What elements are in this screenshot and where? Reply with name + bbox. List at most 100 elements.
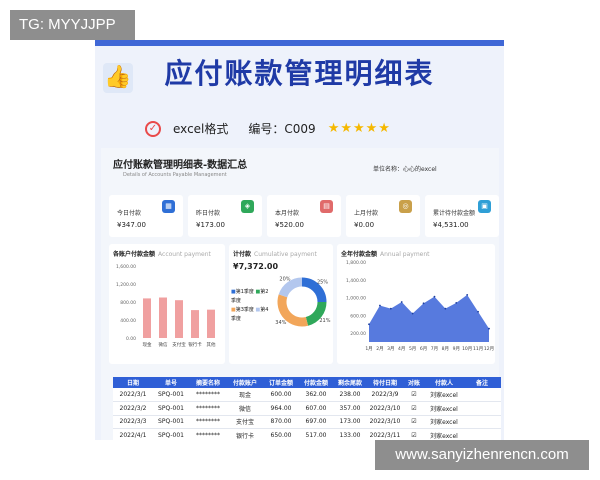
donut-chart-card: 计付款 Cumulative payment ¥7,372.00 ■第1季度 ■第… xyxy=(229,244,333,364)
slice-label: 21% xyxy=(319,318,330,324)
y-tick-label: 0.00 xyxy=(126,336,136,342)
payables-table-wrap: 日期 单号 摘要名称 付款账户 订单金额 付款金额 剩余尾款 待付日期 对账 付款人 备注 2022… xyxy=(113,377,501,440)
y-tick-label: 1,400.00 xyxy=(346,278,366,284)
table-cell: 2022/3/3 xyxy=(113,415,153,429)
chart-icon: ▤ xyxy=(320,200,333,213)
table-cell: 2022/3/10 xyxy=(367,401,403,416)
kpi-card-pending: ▣ 累计待付款金额 ¥4,531.00 xyxy=(425,195,499,237)
x-tick-label: 8月 xyxy=(442,346,449,352)
y-tick-label: 800.00 xyxy=(120,300,136,306)
x-tick-label: 微信 xyxy=(159,341,168,348)
kpi-label: 今日付款 xyxy=(117,210,142,217)
table-cell xyxy=(463,415,501,429)
poster-top-bar xyxy=(95,40,504,46)
column-header[interactable]: 备注 xyxy=(463,377,501,388)
table-cell: 964.00 xyxy=(263,401,299,416)
kpi-value: ¥173.00 xyxy=(196,221,225,229)
data-point xyxy=(433,295,436,298)
table-cell: 870.00 xyxy=(263,415,299,429)
sheet-title: 应付账款管理明细表-数据汇总 xyxy=(113,160,248,171)
table-row[interactable]: 2022/3/3 SPQ-001 ******** 支付宝 870.00 697.00 17… xyxy=(113,415,501,429)
banner-title: 应付账款管理明细表 xyxy=(164,57,435,90)
donut-slice xyxy=(278,277,303,298)
column-header[interactable]: 对账 xyxy=(403,377,425,388)
data-point xyxy=(379,304,381,307)
data-point xyxy=(466,293,469,296)
reconcile-checkbox[interactable]: ☑ xyxy=(403,401,425,416)
table-cell: 2022/3/9 xyxy=(367,388,403,402)
product-poster: 👍 应付账款管理明细表 ✓ excel格式 编号：C009 ★★★★★ 应付账款… xyxy=(95,40,504,440)
table-body: 2022/3/1 SPQ-001 ******** 现金 600.00 362.00 238… xyxy=(113,388,501,440)
reconcile-checkbox[interactable]: ☑ xyxy=(403,415,425,429)
donut-chart: 25% 21% 34% 20% xyxy=(275,277,331,327)
x-tick-label: 5月 xyxy=(409,346,416,352)
x-tick-label: 现金 xyxy=(143,341,152,348)
table-cell: ******** xyxy=(189,388,227,402)
x-tick-label: 3月 xyxy=(387,346,394,352)
table-row[interactable]: 2022/3/2 SPQ-001 ******** 微信 964.00 607.00 357… xyxy=(113,401,501,416)
payables-table: 日期 单号 摘要名称 付款账户 订单金额 付款金额 剩余尾款 待付日期 对账 付款人 备注 2022… xyxy=(113,377,501,440)
x-tick-label: 6月 xyxy=(420,346,427,352)
column-header[interactable]: 付款人 xyxy=(425,377,463,388)
kpi-value: ¥347.00 xyxy=(117,221,146,229)
unit-label: 单位名称：心心的excel xyxy=(373,166,437,173)
area-chart-card: 全年付款金额 Annual payment 1,800.00 1,400.00 1,0… xyxy=(337,244,495,364)
table-cell: 银行卡 xyxy=(227,428,263,440)
bar-chart-card: 各账户付款金额 Account payment 1,600.00 1,200.00 8… xyxy=(109,244,225,364)
column-header[interactable]: 剩余尾款 xyxy=(333,377,367,388)
column-header[interactable]: 日期 xyxy=(113,377,153,388)
kpi-card-yesterday: ◈ 昨日付款 ¥173.00 xyxy=(188,195,262,237)
wallet-icon: ◈ xyxy=(241,200,254,213)
reconcile-checkbox[interactable]: ☑ xyxy=(403,388,425,402)
slice-label: 20% xyxy=(279,277,290,283)
table-cell: 357.00 xyxy=(333,401,367,416)
table-cell: SPQ-001 xyxy=(153,388,189,402)
table-cell: 现金 xyxy=(227,388,263,402)
table-row[interactable]: 2022/4/1 SPQ-001 ******** 银行卡 650.00 517.00 13… xyxy=(113,428,501,440)
table-row[interactable]: 2022/3/1 SPQ-001 ******** 现金 600.00 362.00 238… xyxy=(113,388,501,402)
table-cell: 2022/3/11 xyxy=(367,428,403,440)
table-cell: 刘家excel xyxy=(425,401,463,416)
data-point xyxy=(477,310,479,313)
column-header[interactable]: 待付日期 xyxy=(367,377,403,388)
check-circle-icon: ✓ xyxy=(145,120,161,137)
data-point xyxy=(368,323,370,326)
slice-label: 25% xyxy=(317,279,328,285)
kpi-value: ¥4,531.00 xyxy=(433,221,469,229)
calendar-icon: ▦ xyxy=(162,200,175,213)
area-series xyxy=(369,294,489,342)
table-cell: 362.00 xyxy=(299,388,333,402)
table-cell: 2022/3/2 xyxy=(113,401,153,416)
table-header-row: 日期 单号 摘要名称 付款账户 订单金额 付款金额 剩余尾款 待付日期 对账 付款人 备注 xyxy=(113,377,501,388)
table-cell: 微信 xyxy=(227,401,263,416)
kpi-label: 昨日付款 xyxy=(196,210,221,217)
column-header[interactable]: 订单金额 xyxy=(263,377,299,388)
column-header[interactable]: 单号 xyxy=(153,377,189,388)
table-cell: ******** xyxy=(189,428,227,440)
column-header[interactable]: 付款金额 xyxy=(299,377,333,388)
table-cell: SPQ-001 xyxy=(153,415,189,429)
column-header[interactable]: 摘要名称 xyxy=(189,377,227,388)
y-tick-label: 400.00 xyxy=(120,318,136,324)
table-cell: 650.00 xyxy=(263,428,299,440)
kpi-value: ¥520.00 xyxy=(275,221,304,229)
table-cell: 2022/3/10 xyxy=(367,415,403,429)
column-header[interactable]: 付款账户 xyxy=(227,377,263,388)
site-watermark: www.sanyizhenrencn.com xyxy=(375,440,589,470)
coin-icon: ◎ xyxy=(399,200,412,213)
code-label: 编号：C009 xyxy=(248,122,316,136)
table-cell: 133.00 xyxy=(333,428,367,440)
reconcile-checkbox[interactable]: ☑ xyxy=(403,428,425,440)
legend-item: ■第1季度 ■第2季度 xyxy=(231,289,269,304)
x-tick-label: 10月 xyxy=(462,346,472,352)
x-tick-label: 7月 xyxy=(431,346,438,352)
bar xyxy=(207,309,215,338)
table-cell: 173.00 xyxy=(333,415,367,429)
data-point xyxy=(455,301,458,304)
data-point xyxy=(422,302,425,305)
format-label: excel格式 xyxy=(173,122,229,136)
sheet-subtitle: Details of Accounts Payable Management xyxy=(123,172,227,178)
table-cell: 238.00 xyxy=(333,388,367,402)
x-tick-label: 1月 xyxy=(365,346,372,352)
legend-item: ■第3季度 ■第4季度 xyxy=(231,307,269,322)
